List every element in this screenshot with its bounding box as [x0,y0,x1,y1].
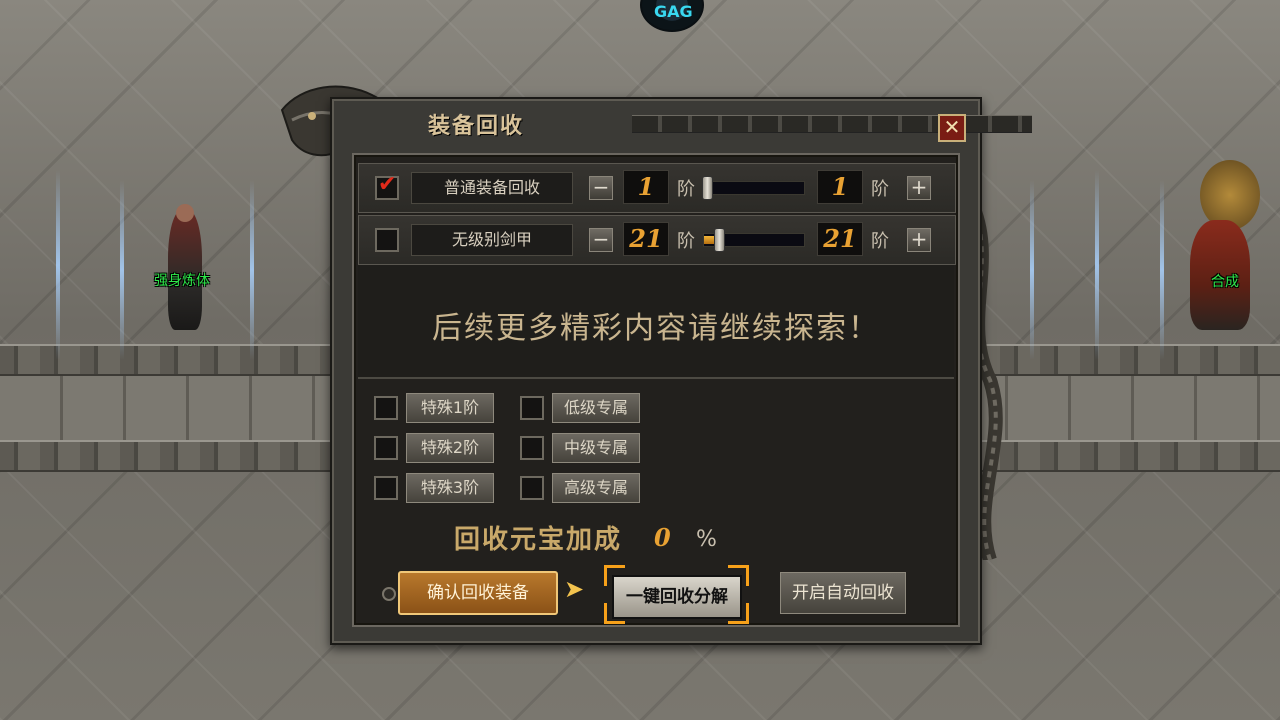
special-tier2-button[interactable]: 特殊2阶 [406,433,494,463]
light-beam [1030,180,1034,360]
row1-level-slider[interactable] [702,176,805,200]
low-exclusive-button[interactable]: 低级专属 [552,393,640,423]
panel-content: 普通装备回收 − 1 阶 1 阶 + 无级别剑甲 − 21 阶 21 阶 [352,153,960,627]
row2-max-unit: 阶 [871,231,889,252]
high-exclusive-button[interactable]: 高级专属 [552,473,640,503]
npc-right[interactable] [1180,160,1270,340]
normal-recycle-checkbox[interactable] [375,172,399,200]
slider-handle[interactable] [702,176,713,200]
bonus-unit: % [696,527,717,552]
row1-max-unit: 阶 [871,179,889,200]
light-beam [120,180,124,360]
row2-minus-button[interactable]: − [589,228,613,252]
minus-icon: − [592,175,610,199]
mid-exclusive-checkbox[interactable] [520,436,544,460]
arrow-right-icon: ➤ [564,575,585,603]
normal-recycle-label: 普通装备回收 [411,172,573,204]
light-beam [250,180,254,360]
light-beam [56,170,60,360]
row1-plus-button[interactable]: + [907,176,931,200]
row1-minus-button[interactable]: − [589,176,613,200]
bonus-label: 回收元宝加成 [454,525,623,555]
recycle-row-normal: 普通装备回收 − 1 阶 1 阶 + [358,163,956,213]
equipment-recycle-panel: 装备回收 ✕ 普通装备回收 − 1 阶 1 阶 + 无级别剑甲 − 21 阶 [330,97,1032,645]
light-beam [1095,170,1099,360]
title-ornament [632,115,1032,133]
slider-handle[interactable] [714,228,725,252]
bonus-value: 0 [654,523,671,552]
row2-min-value: 21 [623,222,669,256]
one-click-recycle-button[interactable]: 一键回收分解 [612,575,742,619]
close-icon: ✕ [943,115,961,139]
auto-recycle-button[interactable]: 开启自动回收 [780,572,906,614]
promo-text: 后续更多精彩内容请继续探索！ [432,311,880,346]
npc-right-name: 合成 [1211,274,1239,290]
plus-icon: + [910,175,928,199]
minus-icon: − [592,227,610,251]
high-exclusive-checkbox[interactable] [520,476,544,500]
special-tier2-checkbox[interactable] [374,436,398,460]
special-tier1-checkbox[interactable] [374,396,398,420]
close-button[interactable]: ✕ [938,114,966,142]
panel-title: 装备回收 [428,113,525,139]
row1-min-unit: 阶 [677,179,695,200]
row2-min-unit: 阶 [677,231,695,252]
row1-min-value: 1 [623,170,669,204]
row2-plus-button[interactable]: + [907,228,931,252]
radio-indicator [382,587,396,601]
low-exclusive-checkbox[interactable] [520,396,544,420]
npc-left-name: 强身炼体 [154,273,210,289]
special-tier3-checkbox[interactable] [374,476,398,500]
mid-exclusive-button[interactable]: 中级专属 [552,433,640,463]
special-tier1-button[interactable]: 特殊1阶 [406,393,494,423]
unleveled-recycle-label: 无级别剑甲 [411,224,573,256]
recycle-row-unleveled: 无级别剑甲 − 21 阶 21 阶 + [358,215,956,265]
top-emblem-icon[interactable]: GAG [640,0,704,32]
special-tier3-button[interactable]: 特殊3阶 [406,473,494,503]
plus-icon: + [910,227,928,251]
row1-max-value: 1 [817,170,863,204]
unleveled-recycle-checkbox[interactable] [375,228,399,252]
title-bar: 装备回收 [422,103,1032,139]
row2-level-slider[interactable] [703,228,805,252]
confirm-recycle-button[interactable]: 确认回收装备 [398,571,558,615]
light-beam [1160,180,1164,360]
row2-max-value: 21 [817,222,863,256]
promo-area: 后续更多精彩内容请继续探索！ [358,265,954,379]
